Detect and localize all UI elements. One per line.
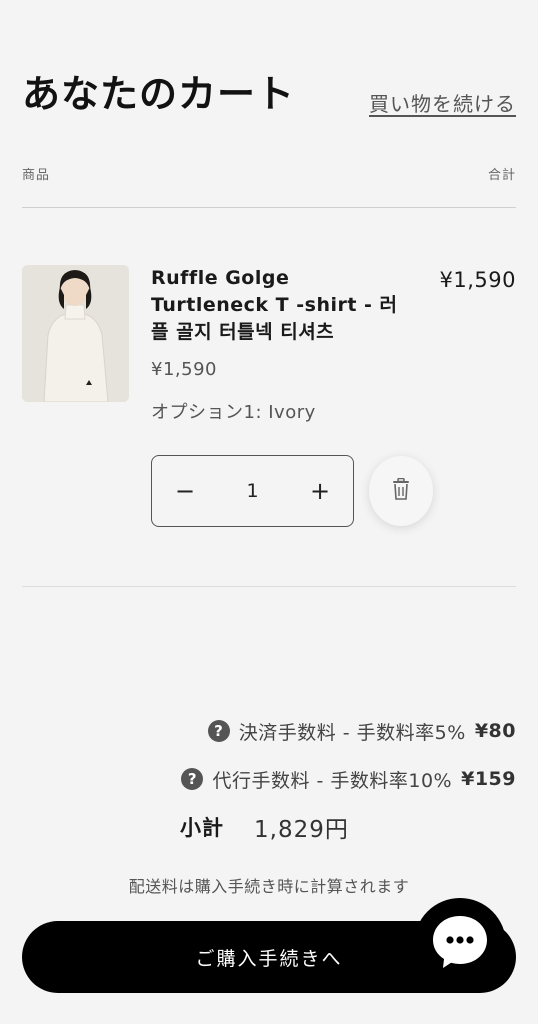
remove-item-button[interactable] <box>369 456 433 526</box>
question-icon[interactable]: ? <box>207 720 230 742</box>
line-total: ¥1,590 <box>439 268 516 292</box>
quantity-stepper: − 1 + <box>151 455 354 527</box>
product-name[interactable]: Ruffle Golge Turtleneck T -shirt - 러플 골지… <box>151 265 411 346</box>
continue-shopping-link[interactable]: 買い物を続ける <box>369 88 516 117</box>
subtotal-value: 1,829円 <box>254 817 349 843</box>
table-header: 商品 合計 <box>22 160 516 184</box>
chat-button[interactable] <box>414 898 506 990</box>
fee-label: 決済手数料 - 手数料率5% <box>238 721 466 744</box>
cart-header: あなたのカート 買い物を続ける <box>22 70 516 120</box>
page-title: あなたのカート <box>22 72 296 116</box>
product-image[interactable] <box>22 265 129 402</box>
fee-amount: ¥159 <box>461 768 516 790</box>
question-icon[interactable]: ? <box>181 768 204 790</box>
cart-item: Ruffle Golge Turtleneck T -shirt - 러플 골지… <box>22 265 516 535</box>
unit-price: ¥1,590 <box>151 359 217 380</box>
decrease-quantity-button[interactable]: − <box>152 456 218 526</box>
chat-bubble-icon <box>431 914 489 974</box>
trash-icon <box>391 477 411 504</box>
product-option: オプション1: Ivory <box>151 402 316 423</box>
product-column-header: 商品 <box>22 168 51 183</box>
divider <box>22 586 516 587</box>
divider <box>22 207 516 208</box>
subtotal-row: 小計 1,829円 <box>180 810 349 844</box>
payment-fee-row: ? 決済手数料 - 手数料率5% ¥80 <box>207 716 516 746</box>
shipping-note: 配送料は購入手続き時に計算されます <box>128 877 410 896</box>
fee-amount: ¥80 <box>474 720 516 742</box>
subtotal-label: 小計 <box>180 816 224 840</box>
total-column-header: 合計 <box>487 168 516 183</box>
fee-label: 代行手数料 - 手数料率10% <box>212 769 453 792</box>
agency-fee-row: ? 代行手数料 - 手数料率10% ¥159 <box>181 764 516 794</box>
quantity-input[interactable]: 1 <box>218 456 287 526</box>
cart-page: あなたのカート 買い物を続ける 商品 合計 Ruffle Golge Turtl… <box>0 0 538 1024</box>
increase-quantity-button[interactable]: + <box>287 456 353 526</box>
